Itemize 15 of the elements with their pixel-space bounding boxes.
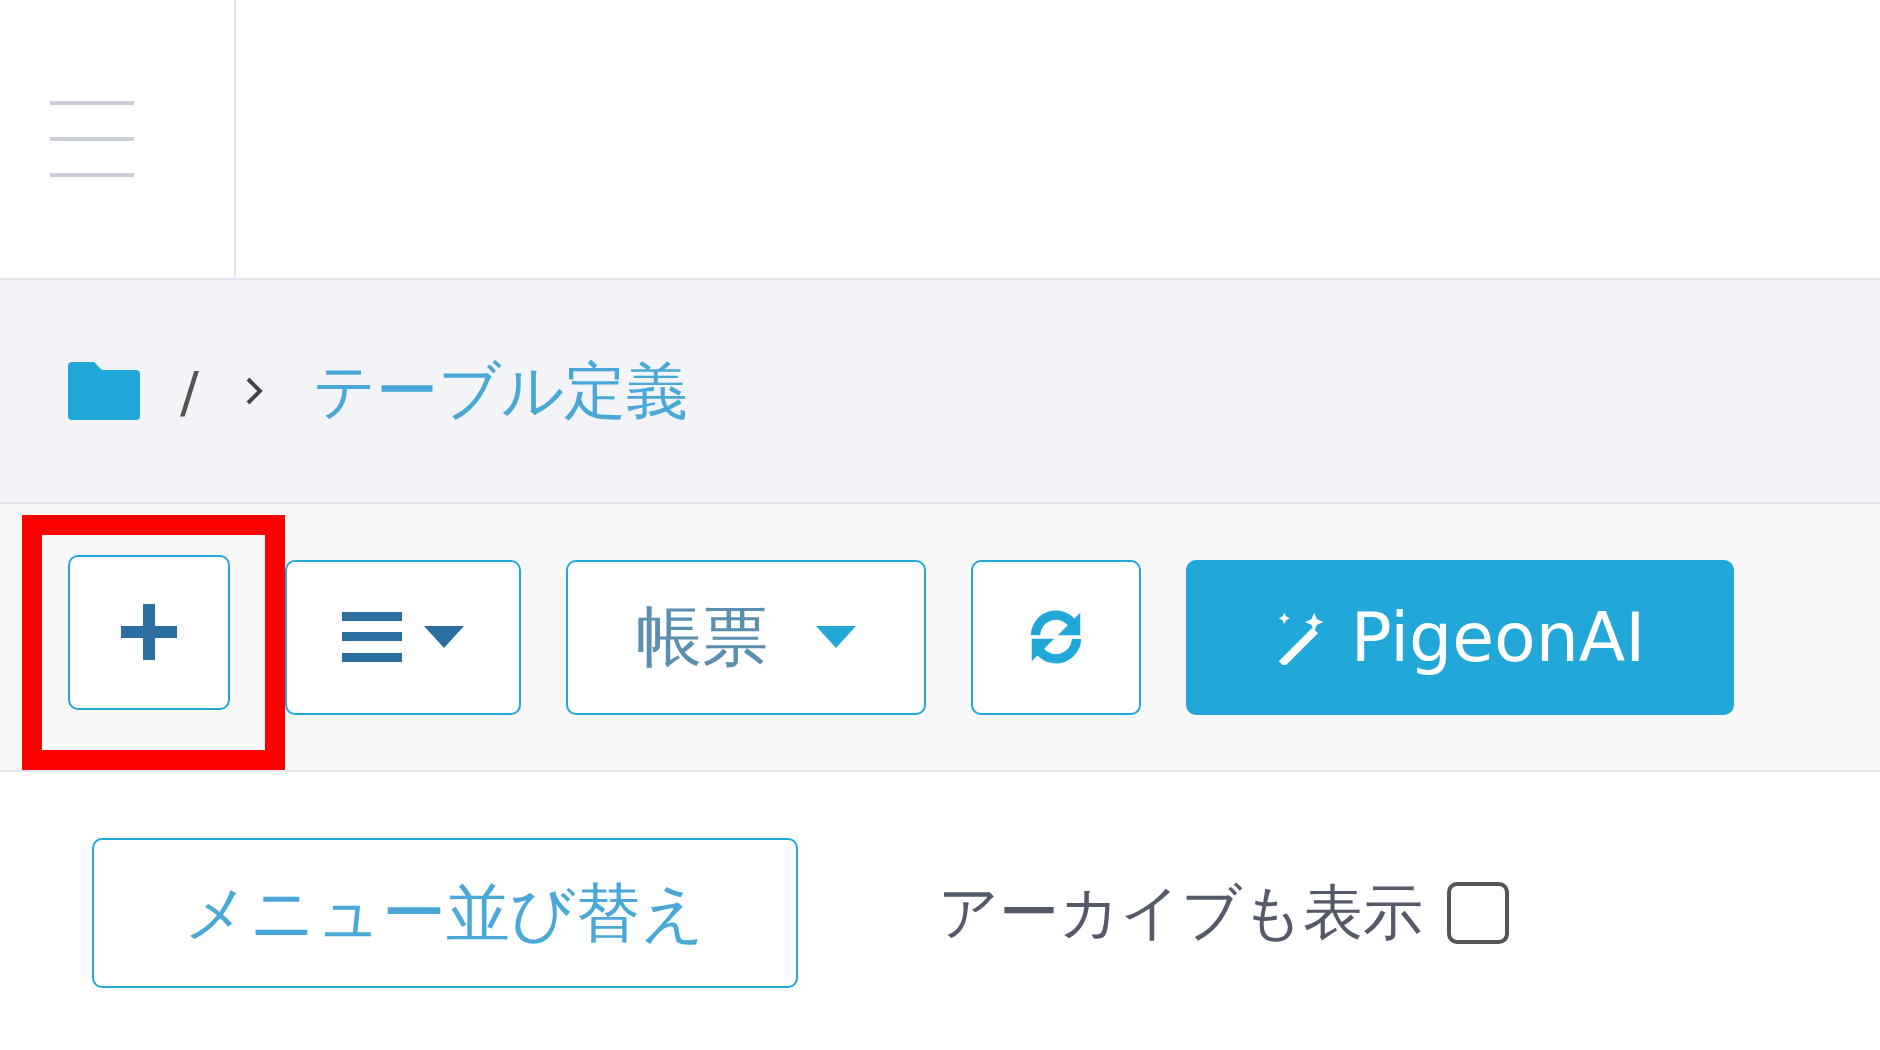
- list-icon: [342, 612, 402, 662]
- list-menu-button[interactable]: [285, 559, 521, 715]
- archive-checkbox[interactable]: [1447, 882, 1509, 944]
- breadcrumb-current[interactable]: テーブル定義: [312, 349, 688, 433]
- sort-menu-button[interactable]: メニュー並び替え: [92, 838, 798, 988]
- add-button[interactable]: [68, 554, 230, 710]
- refresh-icon: [1028, 609, 1084, 665]
- caret-icon: [424, 626, 464, 648]
- caret-icon: [816, 626, 856, 648]
- plus-icon: [121, 604, 177, 660]
- archive-label: アーカイブも表示: [938, 875, 1423, 949]
- breadcrumb-separator: /: [180, 358, 199, 424]
- refresh-button[interactable]: [971, 559, 1141, 715]
- pigeon-ai-button[interactable]: PigeonAI: [1186, 559, 1734, 715]
- report-dropdown[interactable]: 帳票: [566, 559, 926, 715]
